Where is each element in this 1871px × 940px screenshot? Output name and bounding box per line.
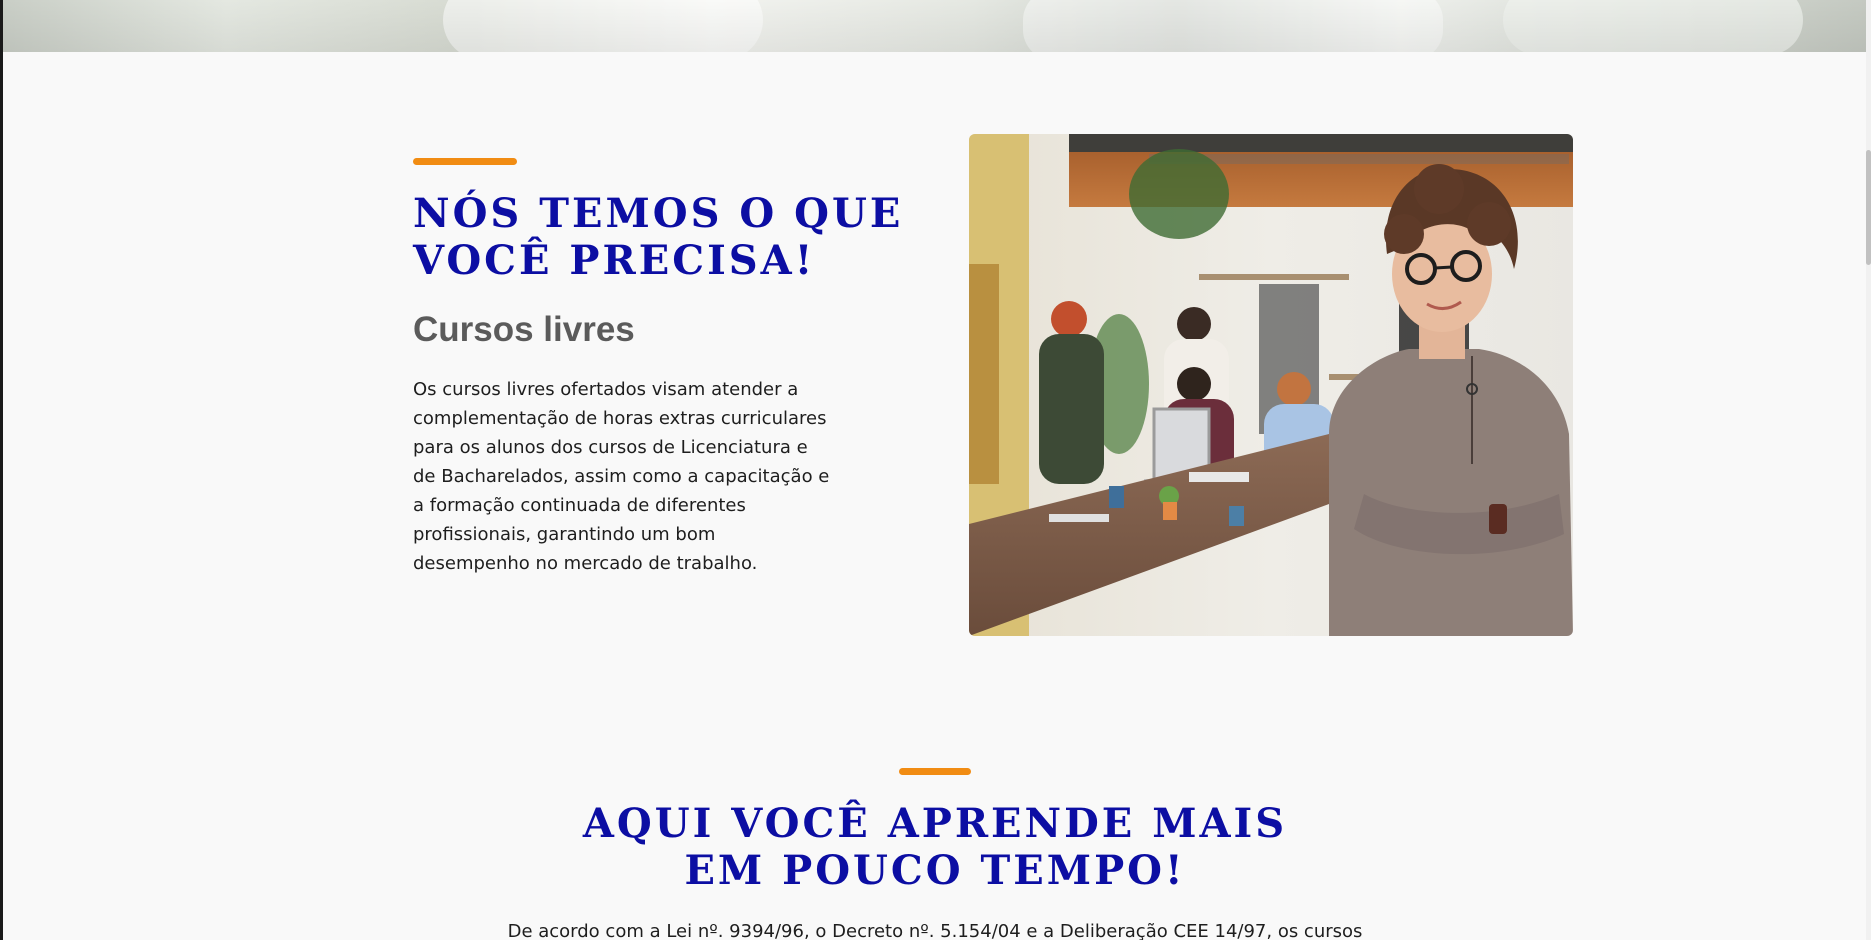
section-description: De acordo com a Lei nº. 9394/96, o Decre… bbox=[507, 921, 1363, 940]
hero-background-image bbox=[3, 0, 1866, 52]
title-accent-bar bbox=[413, 158, 517, 165]
section-title-line-2: VOCÊ PRECISA! bbox=[413, 237, 816, 284]
page: NÓS TEMOS O QUE VOCÊ PRECISA! Cursos liv… bbox=[0, 0, 1871, 940]
section-title-line-2: EM POUCO TEMPO! bbox=[684, 847, 1186, 894]
section-subtitle: Cursos livres bbox=[413, 310, 635, 349]
title-accent-bar bbox=[899, 768, 971, 775]
section-title-line-1: NÓS TEMOS O QUE bbox=[413, 190, 904, 237]
scrollbar-thumb[interactable] bbox=[1866, 150, 1871, 265]
team-meeting-photo bbox=[969, 134, 1573, 636]
section-description: Os cursos livres ofertados visam atender… bbox=[413, 379, 830, 574]
scrollbar-track[interactable] bbox=[1866, 0, 1871, 940]
section-title-line-1: AQUI VOCÊ APRENDE MAIS bbox=[582, 800, 1288, 847]
section-title: AQUI VOCÊ APRENDE MAIS EM POUCO TEMPO! bbox=[435, 800, 1435, 894]
window-edge bbox=[0, 0, 3, 940]
section-title: NÓS TEMOS O QUE VOCÊ PRECISA! bbox=[413, 190, 933, 284]
